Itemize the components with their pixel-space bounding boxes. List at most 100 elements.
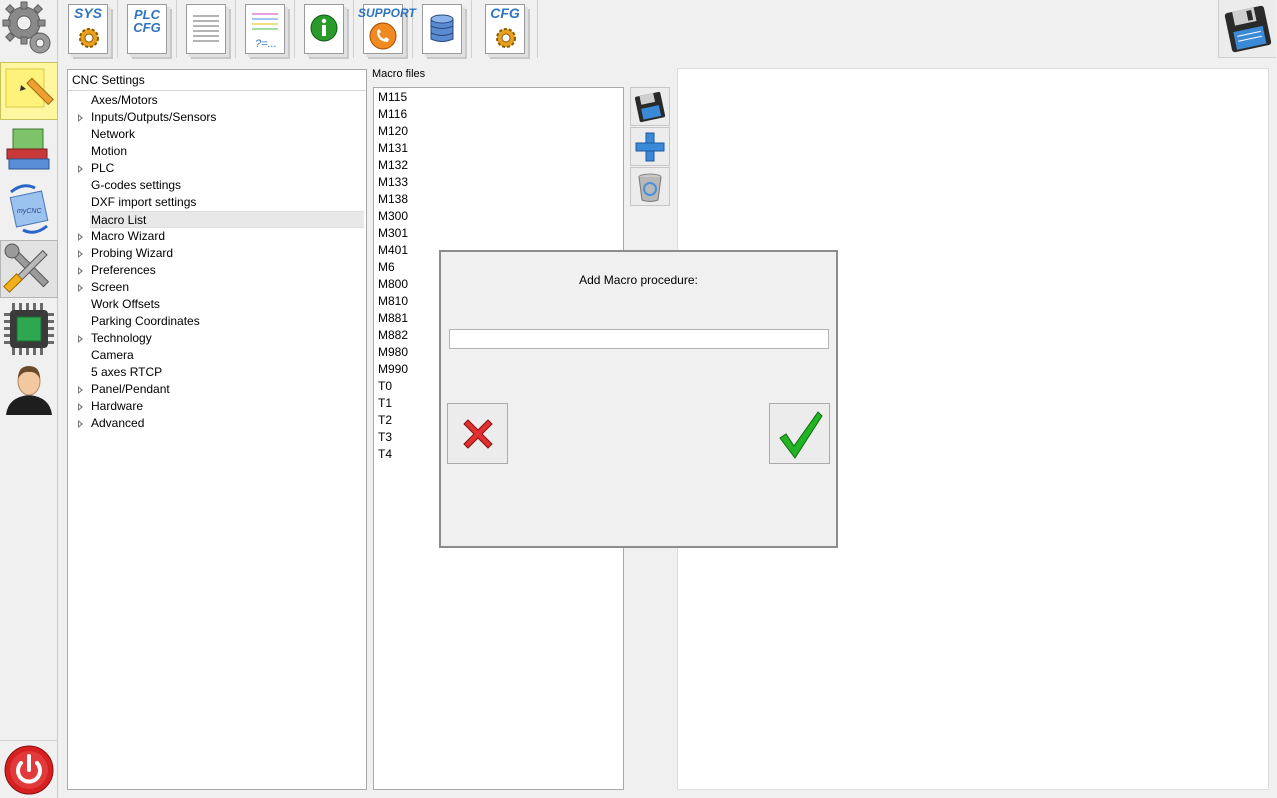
tree-item[interactable]: DXF import settings xyxy=(90,194,364,211)
tree-item[interactable]: Axes/Motors xyxy=(90,92,364,109)
macro-item[interactable]: M300 xyxy=(378,208,408,225)
macro-files-label: Macro files xyxy=(372,68,426,80)
settings-gears-button[interactable] xyxy=(0,0,58,58)
macro-item[interactable]: M116 xyxy=(378,106,407,123)
macro-item[interactable]: M138 xyxy=(378,191,408,208)
add-macro-dialog: Add Macro procedure: xyxy=(439,250,838,548)
svg-text:myCNC: myCNC xyxy=(17,208,42,215)
macro-item[interactable]: T3 xyxy=(378,429,392,446)
tools-button[interactable] xyxy=(0,240,58,298)
tree-item[interactable]: Advanced xyxy=(78,415,364,432)
support-label: SUPPORT xyxy=(358,6,416,20)
cfg-label: CFG xyxy=(490,5,520,21)
variables-label: ?=... xyxy=(255,38,277,50)
tree-item[interactable]: Probing Wizard xyxy=(78,245,364,262)
cfg-button[interactable]: CFG xyxy=(477,0,538,58)
macro-item[interactable]: M800 xyxy=(378,276,408,293)
macro-item[interactable]: M301 xyxy=(378,225,408,242)
macro-item[interactable]: M990 xyxy=(378,361,408,378)
expand-arrow-icon[interactable] xyxy=(78,250,83,258)
tree-item[interactable]: Macro List xyxy=(90,211,364,228)
cancel-button[interactable] xyxy=(447,403,508,464)
expand-arrow-icon[interactable] xyxy=(78,284,83,292)
tree-item[interactable]: Preferences xyxy=(78,262,364,279)
macro-item[interactable]: M115 xyxy=(378,89,407,106)
books-icon xyxy=(6,128,50,170)
add-macro-button[interactable] xyxy=(630,127,670,166)
tree-item[interactable]: Technology xyxy=(78,330,364,347)
settings-tree: CNC Settings Axes/Motors Inputs/Outputs/S… xyxy=(67,69,367,790)
save-macro-button[interactable] xyxy=(630,87,670,126)
edit-notes-button[interactable] xyxy=(0,62,58,120)
documents-button[interactable] xyxy=(178,0,236,58)
tree-item[interactable]: Screen xyxy=(78,279,364,296)
variables-button[interactable]: ?=... xyxy=(237,0,295,58)
info-icon xyxy=(310,14,338,42)
macro-item[interactable]: M882 xyxy=(378,327,408,344)
expand-arrow-icon[interactable] xyxy=(78,420,83,428)
macro-item[interactable]: T0 xyxy=(378,378,392,395)
plc-cfg-button[interactable]: PLC CFG xyxy=(119,0,177,58)
macro-item[interactable]: M881 xyxy=(378,310,408,327)
user-profile-button[interactable] xyxy=(0,360,58,418)
tree-item[interactable]: Network xyxy=(90,126,364,143)
macro-name-input[interactable] xyxy=(449,329,829,349)
tree-item[interactable]: Panel/Pendant xyxy=(78,381,364,398)
macro-item[interactable]: M6 xyxy=(378,259,395,276)
ok-button[interactable] xyxy=(769,403,830,464)
macro-item[interactable]: T2 xyxy=(378,412,392,429)
support-button[interactable]: SUPPORT xyxy=(355,0,416,58)
tree-item[interactable]: Macro Wizard xyxy=(78,228,364,245)
tree-item-label: Network xyxy=(91,127,136,141)
info-button[interactable] xyxy=(296,0,354,58)
gear-icon xyxy=(496,28,516,48)
save-all-button[interactable] xyxy=(1218,0,1276,58)
tree-item[interactable]: G-codes settings xyxy=(90,177,364,194)
expand-arrow-icon[interactable] xyxy=(78,403,83,411)
mycnc-board-button[interactable]: myCNC xyxy=(0,180,58,238)
tree-item-label: Advanced xyxy=(91,416,145,430)
macro-item[interactable]: M810 xyxy=(378,293,408,310)
expand-arrow-icon[interactable] xyxy=(78,267,83,275)
tree-item[interactable]: PLC xyxy=(78,160,364,177)
macro-item[interactable]: M132 xyxy=(378,157,408,174)
mycnc-chip-icon: myCNC xyxy=(9,184,49,234)
macro-item[interactable]: M131 xyxy=(378,140,408,157)
macro-item[interactable]: T1 xyxy=(378,395,392,412)
tree-item-label: Screen xyxy=(91,280,130,294)
macro-item[interactable]: M401 xyxy=(378,242,408,259)
library-button[interactable] xyxy=(0,120,58,178)
plc-cfg-label: PLC CFG xyxy=(133,7,161,35)
pencil-note-icon xyxy=(5,68,54,108)
floppy-disk-icon xyxy=(634,91,666,122)
delete-macro-button[interactable] xyxy=(630,167,670,206)
tree-item[interactable]: 5 axes RTCP xyxy=(90,364,364,381)
database-button[interactable] xyxy=(414,0,472,58)
tree-item-label: Hardware xyxy=(91,399,144,413)
macro-item[interactable]: M120 xyxy=(378,123,408,140)
user-icon xyxy=(6,366,52,415)
floppy-disk-icon xyxy=(1224,5,1271,52)
expand-arrow-icon[interactable] xyxy=(78,114,83,122)
power-icon xyxy=(4,745,54,794)
power-button[interactable] xyxy=(0,740,58,798)
tree-item-label: Motion xyxy=(91,144,128,158)
macro-item[interactable]: T4 xyxy=(378,446,392,463)
expand-arrow-icon[interactable] xyxy=(78,335,83,343)
tree-item[interactable]: Motion xyxy=(90,143,364,160)
expand-arrow-icon[interactable] xyxy=(78,233,83,241)
tree-item[interactable]: Work Offsets xyxy=(90,296,364,313)
sys-button[interactable]: SYS xyxy=(60,0,118,58)
macro-item[interactable]: M133 xyxy=(378,174,408,191)
tree-item[interactable]: Hardware xyxy=(78,398,364,415)
document-icon: CFG xyxy=(485,4,525,54)
expand-arrow-icon[interactable] xyxy=(78,386,83,394)
hardware-chip-button[interactable] xyxy=(0,300,58,358)
tree-item[interactable]: Camera xyxy=(90,347,364,364)
tree-item-label: Technology xyxy=(91,331,152,345)
tree-item[interactable]: Parking Coordinates xyxy=(90,313,364,330)
tree-item[interactable]: Inputs/Outputs/Sensors xyxy=(78,109,364,126)
expand-arrow-icon[interactable] xyxy=(78,165,83,173)
macro-item[interactable]: M980 xyxy=(378,344,408,361)
document-icon: SUPPORT xyxy=(358,4,416,54)
